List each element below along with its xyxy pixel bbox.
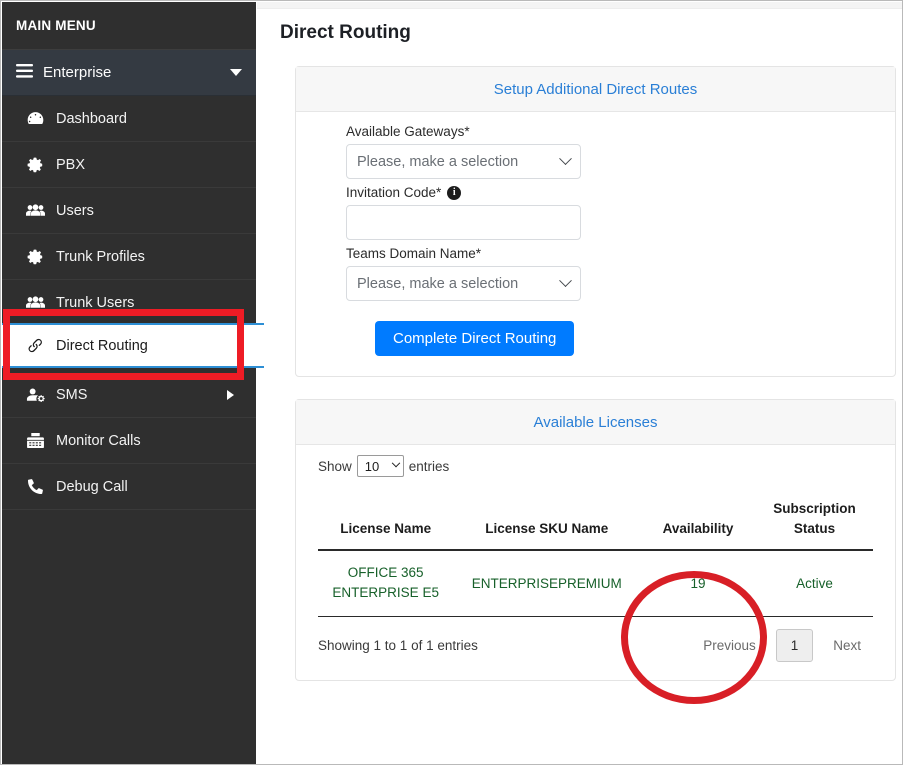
length-prefix-label: Show <box>318 458 352 474</box>
user-cog-icon <box>24 386 46 404</box>
link-icon <box>24 337 46 355</box>
licenses-length-menu: Show 10 entries <box>296 445 895 481</box>
sidebar-item-debug-call-label: Debug Call <box>56 478 128 495</box>
chevron-right-icon[interactable] <box>227 389 234 400</box>
phone-icon <box>24 478 46 496</box>
setup-direct-routes-card: Setup Additional Direct Routes Available… <box>295 66 896 377</box>
sidebar: MAIN MENU Enterprise Dashboard PBX Users… <box>2 2 264 764</box>
invitation-code-label: Invitation Code* i <box>346 185 895 200</box>
table-header-row: License Name License SKU Name Availabili… <box>318 489 873 552</box>
available-gateways-select[interactable]: Please, make a selection <box>346 144 581 179</box>
chevron-down-icon <box>391 458 401 468</box>
licenses-table-head: License Name License SKU Name Availabili… <box>318 489 873 552</box>
sidebar-item-sms-label: SMS <box>56 386 88 403</box>
sidebar-item-sms[interactable]: SMS <box>2 372 256 418</box>
sidebar-item-trunk-profiles-label: Trunk Profiles <box>56 248 145 265</box>
cell-license-name: OFFICE 365 ENTERPRISE E5 <box>318 550 454 617</box>
sidebar-item-trunk-users-label: Trunk Users <box>56 294 135 311</box>
licenses-card-heading: Available Licenses <box>296 400 895 445</box>
licenses-table: License Name License SKU Name Availabili… <box>318 489 873 617</box>
sidebar-item-trunk-users[interactable]: Trunk Users <box>2 280 256 326</box>
gear-icon <box>24 156 46 174</box>
table-info-text: Showing 1 to 1 of 1 entries <box>318 637 478 653</box>
available-gateways-value: Please, make a selection <box>357 153 519 170</box>
info-circle-icon[interactable]: i <box>447 185 462 200</box>
tachometer-icon <box>24 110 46 128</box>
invitation-code-label-text: Invitation Code* <box>346 185 442 200</box>
app-window: MAIN MENU Enterprise Dashboard PBX Users… <box>0 0 903 765</box>
setup-card-body: Available Gateways* Please, make a selec… <box>296 112 895 376</box>
available-gateways-field: Available Gateways* Please, make a selec… <box>296 118 895 179</box>
available-licenses-card: Available Licenses Show 10 entries Licen… <box>295 399 896 681</box>
sidebar-item-direct-routing[interactable]: Direct Routing <box>2 323 264 368</box>
page-title: Direct Routing <box>280 22 411 43</box>
available-gateways-label: Available Gateways* <box>346 124 895 139</box>
users-icon <box>24 202 46 220</box>
column-header-subscription-status[interactable]: Subscription Status <box>755 489 873 552</box>
bars-icon <box>16 63 33 82</box>
invitation-code-input[interactable] <box>346 205 581 240</box>
sidebar-item-debug-call[interactable]: Debug Call <box>2 464 256 510</box>
gear-icon <box>24 248 46 266</box>
pagination: Previous 1 Next <box>691 628 873 662</box>
sidebar-item-dashboard-label: Dashboard <box>56 110 127 127</box>
top-strip <box>257 2 902 9</box>
sidebar-item-enterprise[interactable]: Enterprise <box>2 50 256 96</box>
licenses-table-footer: Showing 1 to 1 of 1 entries Previous 1 N… <box>296 617 895 680</box>
sidebar-item-monitor-calls-label: Monitor Calls <box>56 432 141 449</box>
setup-card-heading: Setup Additional Direct Routes <box>296 67 895 112</box>
sidebar-item-monitor-calls[interactable]: Monitor Calls <box>2 418 256 464</box>
cell-license-sku-name: ENTERPRISEPREMIUM <box>453 550 641 617</box>
complete-direct-routing-button[interactable]: Complete Direct Routing <box>375 321 575 356</box>
chevron-down-icon[interactable] <box>230 69 242 76</box>
sidebar-item-pbx-label: PBX <box>56 156 86 173</box>
sidebar-item-enterprise-label: Enterprise <box>43 64 112 81</box>
sidebar-item-dashboard[interactable]: Dashboard <box>2 96 256 142</box>
sidebar-item-direct-routing-label: Direct Routing <box>56 337 148 354</box>
length-suffix-label: entries <box>408 458 450 474</box>
teams-domain-name-label: Teams Domain Name* <box>346 246 895 261</box>
chevron-down-icon <box>559 152 572 166</box>
teams-domain-name-field: Teams Domain Name* Please, make a select… <box>296 240 895 301</box>
invitation-code-field: Invitation Code* i <box>296 179 895 240</box>
sidebar-item-pbx[interactable]: PBX <box>2 142 256 188</box>
sidebar-item-users-label: Users <box>56 202 94 219</box>
cell-availability: 19 <box>640 550 756 617</box>
main-content: Direct Routing Setup Additional Direct R… <box>257 2 902 764</box>
sidebar-item-users[interactable]: Users <box>2 188 256 234</box>
teams-domain-name-select[interactable]: Please, make a selection <box>346 266 581 301</box>
sidebar-header: MAIN MENU <box>2 2 256 50</box>
users-icon <box>24 294 46 312</box>
column-header-availability[interactable]: Availability <box>640 489 756 552</box>
column-header-license-name[interactable]: License Name <box>318 489 454 552</box>
cell-subscription-status: Active <box>755 550 873 617</box>
chevron-down-icon <box>559 274 572 288</box>
entries-per-page-value: 10 <box>364 458 380 474</box>
teams-domain-name-value: Please, make a selection <box>357 275 519 292</box>
pagination-previous[interactable]: Previous <box>691 635 768 656</box>
available-gateways-label-text: Available Gateways* <box>346 124 470 139</box>
teams-domain-name-label-text: Teams Domain Name* <box>346 246 482 261</box>
sidebar-item-trunk-profiles[interactable]: Trunk Profiles <box>2 234 256 280</box>
pagination-next[interactable]: Next <box>821 635 873 656</box>
pagination-page-1[interactable]: 1 <box>775 628 814 662</box>
licenses-table-body: OFFICE 365 ENTERPRISE E5 ENTERPRISEPREMI… <box>318 550 873 617</box>
fax-icon <box>24 432 46 450</box>
table-row[interactable]: OFFICE 365 ENTERPRISE E5 ENTERPRISEPREMI… <box>318 550 873 617</box>
entries-per-page-select[interactable]: 10 <box>356 455 404 477</box>
column-header-license-sku-name[interactable]: License SKU Name <box>453 489 641 552</box>
